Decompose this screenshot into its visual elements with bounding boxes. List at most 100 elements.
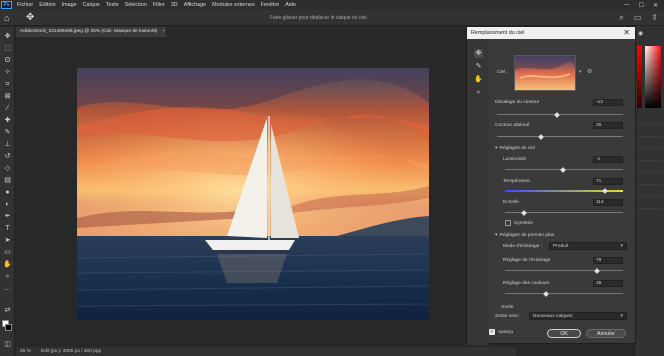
sky-preset-thumbnail[interactable]	[514, 55, 576, 91]
menu-3d[interactable]: 3D	[168, 2, 181, 8]
sky-dropdown-chevron-icon[interactable]: ▾	[579, 69, 582, 75]
temperature-value[interactable]: 71	[593, 178, 623, 185]
crop-icon[interactable]: ⌗	[3, 80, 12, 89]
slider-thumb[interactable]	[554, 111, 561, 118]
magic-wand-icon[interactable]: ✧	[3, 68, 12, 77]
maximize-button[interactable]: ☐	[639, 2, 644, 9]
shift-edge-value[interactable]: -13	[593, 99, 623, 106]
panel-row[interactable]	[638, 142, 662, 149]
sky-adjustments-section[interactable]: ▾ Réglages du ciel	[495, 145, 535, 151]
preview-checkbox[interactable]: ✓	[489, 329, 495, 335]
panel-row[interactable]	[638, 202, 662, 209]
type-icon[interactable]: T	[3, 224, 12, 233]
scale-value[interactable]: 114	[593, 199, 623, 206]
gradient-icon[interactable]: ▤	[3, 176, 12, 185]
panel-row[interactable]	[638, 154, 662, 161]
dodge-icon[interactable]: ◐	[3, 200, 12, 209]
healing-icon[interactable]: ✚	[3, 116, 12, 125]
hue-slider[interactable]	[637, 46, 642, 108]
slider-thumb[interactable]	[559, 166, 566, 173]
sky-brush-icon[interactable]: ✎	[474, 62, 483, 71]
color-adjust-value[interactable]: 35	[593, 280, 623, 287]
shift-edge-slider[interactable]	[497, 111, 623, 118]
output-to-select[interactable]: Nouveaux calques ▾	[529, 312, 627, 320]
panel-row[interactable]	[638, 178, 662, 185]
lighting-adjust-slider[interactable]	[505, 267, 623, 274]
foreground-adjustments-section[interactable]: ▾ Réglages de premier plan	[495, 232, 554, 238]
lasso-icon[interactable]: ʘ	[3, 56, 12, 65]
menu-help[interactable]: Aide	[282, 2, 299, 8]
lighting-mode-select[interactable]: Produit ▾	[549, 242, 627, 250]
document-image[interactable]	[77, 68, 429, 320]
chevron-down-icon: ▾	[620, 243, 623, 249]
workspace-icon[interactable]: ▭	[634, 13, 642, 23]
brush-icon[interactable]: ✎	[3, 128, 12, 137]
close-tab-icon[interactable]: ×	[162, 29, 165, 34]
menu-layer[interactable]: Calque	[80, 2, 103, 8]
move-icon[interactable]: ✥	[474, 49, 483, 58]
lighting-mode-value: Produit	[553, 244, 569, 249]
move-tool-icon[interactable]: ✥	[3, 32, 12, 41]
brightness-value[interactable]: -1	[593, 156, 623, 163]
history-brush-icon[interactable]: ↺	[3, 152, 12, 161]
menu-file[interactable]: Fichier	[14, 2, 36, 8]
marquee-icon[interactable]: ⬚	[3, 44, 12, 53]
move-icon[interactable]: ✥	[26, 12, 34, 23]
menu-plugins[interactable]: Modules externes	[209, 2, 258, 8]
dialog-close-button[interactable]: ✕	[623, 28, 630, 37]
eyedropper-icon[interactable]: ⁄	[3, 104, 12, 113]
menu-edit[interactable]: Edition	[36, 2, 58, 8]
fade-edge-value[interactable]: 35	[593, 122, 623, 129]
fade-edge-slider[interactable]	[497, 133, 623, 140]
brightness-slider[interactable]	[505, 166, 623, 173]
background-color-swatch[interactable]	[5, 324, 12, 331]
document-tab[interactable]: AdobeStock_331465466.jpeg @ 25% (Ciel, M…	[16, 27, 166, 37]
slider-thumb[interactable]	[521, 209, 527, 216]
right-panel-dock: ◉	[634, 26, 664, 356]
swap-colors-icon[interactable]: ⇄	[3, 306, 12, 315]
close-button[interactable]: ✕	[653, 2, 658, 9]
more-tools-icon[interactable]: …	[3, 284, 12, 293]
menu-type[interactable]: Texte	[103, 2, 122, 8]
minimize-button[interactable]: —	[624, 2, 630, 9]
eraser-icon[interactable]: ◇	[3, 164, 12, 173]
ok-button[interactable]: OK	[547, 329, 581, 338]
temperature-slider[interactable]	[505, 188, 623, 194]
blur-icon[interactable]: ●	[3, 188, 12, 197]
menu-filter[interactable]: Filtre	[150, 2, 168, 8]
cancel-button[interactable]: Annuler	[586, 329, 626, 338]
search-icon[interactable]: ⌕	[619, 13, 623, 23]
zoom-level[interactable]: 25 %	[20, 349, 31, 354]
frame-icon[interactable]: ⊠	[3, 92, 12, 101]
slider-thumb[interactable]	[543, 290, 550, 297]
menu-image[interactable]: Image	[59, 2, 80, 8]
hand-icon[interactable]: ✋	[3, 260, 12, 269]
share-icon[interactable]: ⇪	[651, 13, 658, 23]
sky-options-gear-icon[interactable]: ⚙	[587, 68, 592, 75]
menu-select[interactable]: Sélection	[122, 2, 150, 8]
color-adjust-slider[interactable]	[505, 290, 623, 297]
slider-thumb[interactable]	[594, 267, 600, 274]
scale-slider[interactable]	[505, 209, 623, 216]
hand-icon[interactable]: ✋	[474, 75, 483, 84]
color-panel-icon[interactable]: ◉	[638, 30, 643, 37]
panel-row[interactable]	[638, 190, 662, 197]
stamp-icon[interactable]: ⊥	[3, 140, 12, 149]
panel-row[interactable]	[638, 130, 662, 137]
pen-icon[interactable]: ✒	[3, 212, 12, 221]
color-field[interactable]	[645, 46, 661, 108]
zoom-icon[interactable]: ⌕	[474, 88, 483, 97]
panel-row[interactable]	[638, 118, 662, 125]
menu-window[interactable]: Fenêtre	[258, 2, 283, 8]
slider-thumb[interactable]	[602, 188, 609, 194]
path-select-icon[interactable]: ➤	[3, 236, 12, 245]
quick-mask-icon[interactable]: ◫	[3, 340, 12, 349]
menu-view[interactable]: Affichage	[181, 2, 209, 8]
zoom-icon[interactable]: ⌕	[3, 272, 12, 281]
panel-row[interactable]	[638, 166, 662, 173]
slider-thumb[interactable]	[538, 133, 544, 140]
flip-checkbox[interactable]	[505, 220, 511, 226]
home-icon[interactable]: ⌂	[4, 13, 9, 23]
rectangle-icon[interactable]: ▭	[3, 248, 12, 257]
lighting-adjust-value[interactable]: 78	[593, 257, 623, 264]
